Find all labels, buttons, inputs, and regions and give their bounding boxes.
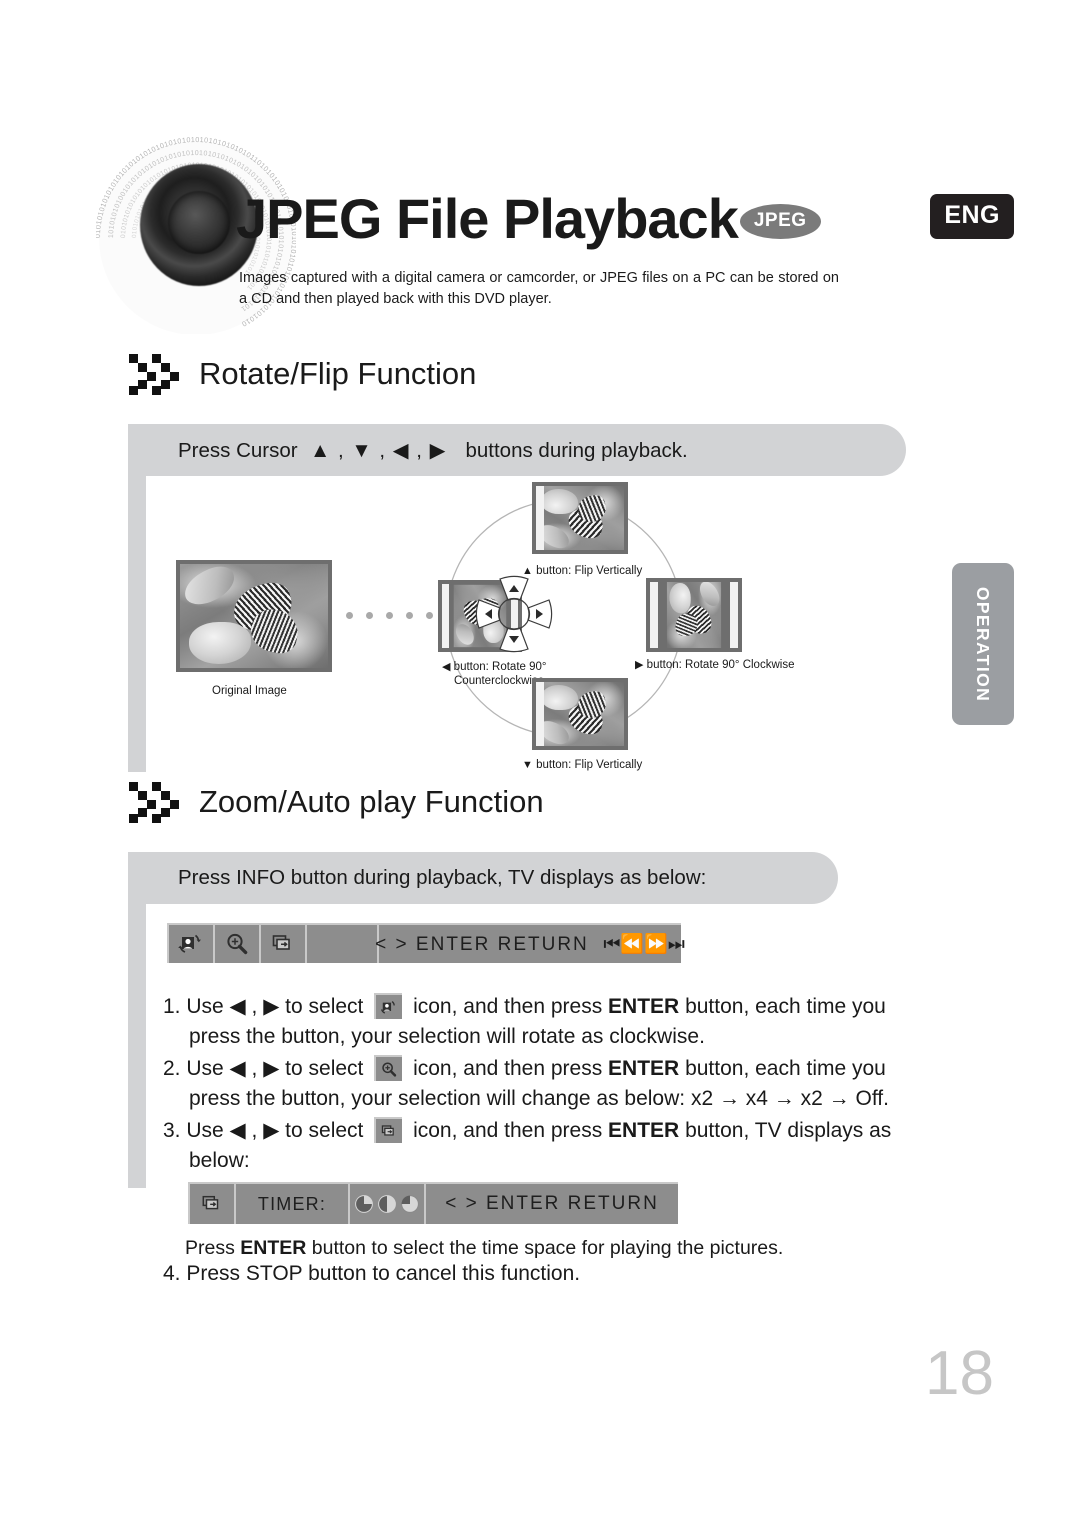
rotate-flip-diagram: Original Image ◀ button: Rotate 90° Coun… xyxy=(150,470,910,780)
pie-quarter-icon xyxy=(355,1195,373,1213)
section-heading-zoom-autoplay: Zoom/Auto play Function xyxy=(128,780,544,824)
section1-left-rail xyxy=(128,476,146,772)
pixel-chevron-icon xyxy=(129,354,179,395)
osd-hint-text: < > ENTER RETURN ⏮⏪⏩⏭ xyxy=(375,934,685,955)
side-tab-operation: OPERATION xyxy=(952,563,1014,725)
thumbnail-flip-vertical-top xyxy=(532,482,628,554)
osd-bar-timer: TIMER: < > ENTER RETURN xyxy=(188,1182,678,1224)
zoom-in-icon[interactable] xyxy=(374,1055,403,1081)
callout-text: Press Cursor ▲ , ▼ , ◀ , ▶ buttons durin… xyxy=(178,438,688,462)
rotate-icon[interactable] xyxy=(167,923,213,963)
zoom-in-icon[interactable] xyxy=(213,923,259,963)
osd-hint-cell: < > ENTER RETURN ⏮⏪⏩⏭ xyxy=(375,923,685,963)
section2-left-rail xyxy=(128,904,146,1188)
thumbnail-rotate-cw xyxy=(646,578,742,652)
callout-cursor-buttons: Press Cursor ▲ , ▼ , ◀ , ▶ buttons durin… xyxy=(128,424,906,476)
instruction-step-2: 2. Use ◀ , ▶ to select icon, and then pr… xyxy=(163,1054,953,1114)
instruction-step-1-line2: press the button, your selection will ro… xyxy=(189,1025,705,1048)
section-heading-label: Rotate/Flip Function xyxy=(199,356,477,391)
instruction-step-1: 1. Use ◀ , ▶ to select icon, and then pr… xyxy=(163,992,953,1052)
direction-pad-icon xyxy=(470,570,558,658)
slideshow-icon[interactable] xyxy=(374,1117,403,1143)
page-title: JPEG File Playback JPEG xyxy=(236,186,821,251)
timer-hint-text: < > ENTER RETURN xyxy=(445,1193,659,1214)
timer-label-cell: TIMER: xyxy=(234,1182,348,1224)
page-number: 18 xyxy=(925,1339,994,1408)
osd-bar-main: < > ENTER RETURN ⏮⏪⏩⏭ xyxy=(167,923,685,963)
timer-note: Press ENTER button to select the time sp… xyxy=(185,1237,784,1259)
manual-page: 0101010101010101010101010101010101010101… xyxy=(0,0,1080,1527)
pie-half-icon xyxy=(378,1195,396,1213)
format-badge-jpeg: JPEG xyxy=(739,204,821,239)
pixel-chevron-icon xyxy=(129,782,179,823)
label-flip-vertical-bottom: ▼ button: Flip Vertically xyxy=(522,759,643,771)
rotate-icon[interactable] xyxy=(374,993,403,1019)
callout-text: Press INFO button during playback, TV di… xyxy=(178,866,707,889)
pie-three-quarter-icon xyxy=(401,1195,419,1213)
section-heading-rotate-flip: Rotate/Flip Function xyxy=(128,352,476,396)
callout-info-button: Press INFO button during playback, TV di… xyxy=(128,852,838,904)
timer-pie-cell[interactable] xyxy=(348,1182,424,1224)
timer-label: TIMER: xyxy=(257,1193,327,1214)
thumbnail-flip-vertical-bottom xyxy=(532,678,628,750)
timer-hint-cell: < > ENTER RETURN xyxy=(424,1182,678,1224)
slideshow-icon[interactable] xyxy=(188,1182,234,1224)
instruction-step-3-line2: below: xyxy=(189,1149,250,1172)
page-description: Images captured with a digital camera or… xyxy=(239,270,839,307)
instruction-step-3: 3. Use ◀ , ▶ to select icon, and then pr… xyxy=(163,1116,953,1176)
instruction-step-2-line2: press the button, your selection will ch… xyxy=(189,1087,889,1110)
label-rotate-ccw: ◀ button: Rotate 90° Counterclockwise xyxy=(442,661,547,687)
side-tab-label: OPERATION xyxy=(973,586,994,702)
caption-original-image: Original Image xyxy=(212,685,287,697)
instruction-list: 1. Use ◀ , ▶ to select icon, and then pr… xyxy=(163,992,953,1178)
osd-blank-cell xyxy=(305,923,377,963)
thumbnail-original xyxy=(176,560,332,672)
slideshow-icon[interactable] xyxy=(259,923,305,963)
section-heading-label: Zoom/Auto play Function xyxy=(199,784,544,819)
language-badge-eng: ENG xyxy=(930,194,1014,239)
instruction-step-4: 4. Press STOP button to cancel this func… xyxy=(163,1262,581,1285)
label-rotate-cw: ▶ button: Rotate 90° Clockwise xyxy=(635,659,795,671)
